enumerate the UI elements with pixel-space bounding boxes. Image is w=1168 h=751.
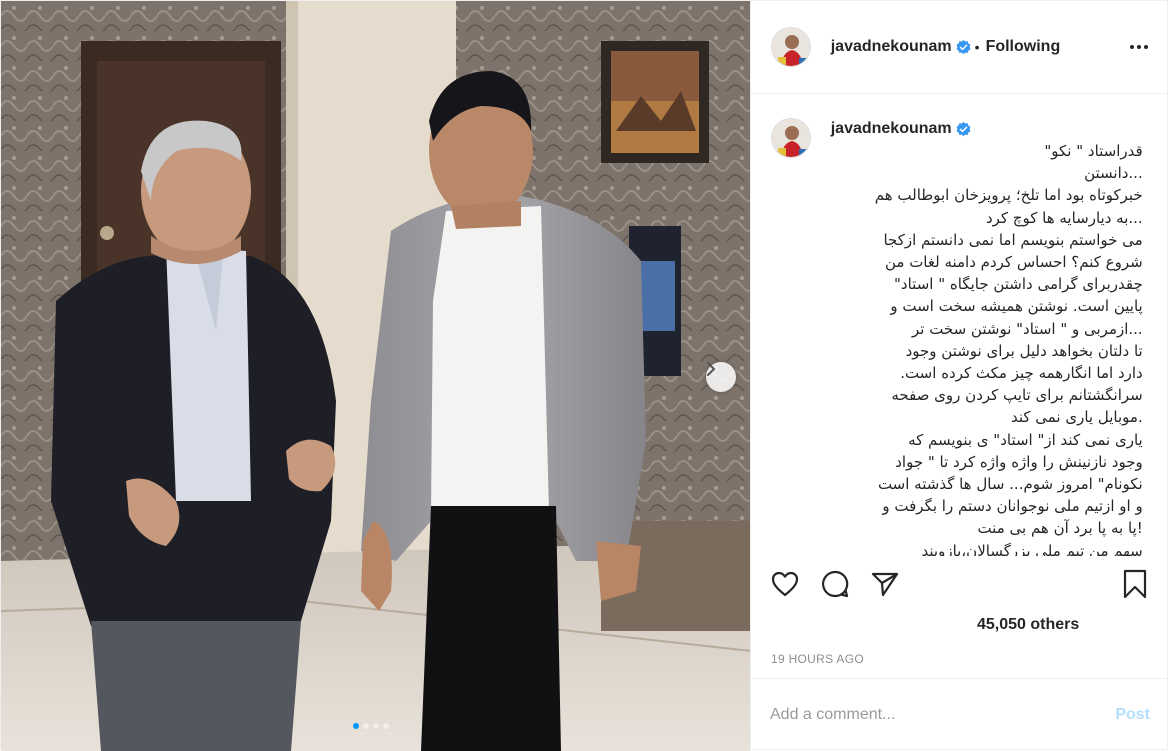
verified-badge-icon — [956, 121, 971, 136]
photo-scene — [1, 1, 750, 751]
bookmark-icon — [1123, 569, 1147, 599]
next-photo-button[interactable] — [706, 362, 736, 392]
carousel-dot — [383, 723, 389, 729]
like-button[interactable] — [770, 569, 800, 599]
heart-icon — [771, 571, 799, 597]
caption-avatar[interactable] — [770, 118, 811, 158]
post-header: javadnekounam • Following — [750, 1, 1167, 94]
carousel-indicator — [353, 723, 389, 729]
header-separator: • — [974, 39, 980, 55]
carousel-dot — [363, 723, 369, 729]
post-timestamp[interactable]: 19 HOURS AGO — [771, 652, 864, 666]
comment-bar: Post — [750, 678, 1168, 750]
caption-section: javadnekounam قدراستاد " نکو" ...دانستن … — [751, 94, 1167, 556]
post-photo[interactable] — [1, 1, 750, 751]
likes-count[interactable]: 45,050 others — [977, 616, 1079, 634]
more-options-button[interactable] — [1127, 35, 1151, 59]
caption-body: javadnekounam قدراستاد " نکو" ...دانستن … — [831, 118, 1143, 556]
instagram-post: javadnekounam • Following javadnekounam … — [0, 0, 1168, 751]
comment-input[interactable] — [770, 705, 1116, 724]
author-username[interactable]: javadnekounam — [831, 38, 952, 56]
post-comment-button[interactable]: Post — [1115, 706, 1150, 724]
comment-button[interactable] — [820, 569, 850, 599]
share-button[interactable] — [870, 569, 900, 599]
save-button[interactable] — [1120, 569, 1150, 599]
following-button[interactable]: Following — [986, 38, 1061, 56]
comment-icon — [822, 570, 849, 598]
carousel-dot — [373, 723, 379, 729]
caption-text: قدراستاد " نکو" ...دانستن خبرکوتاه بود ا… — [874, 142, 1143, 556]
caption-header: javadnekounam — [831, 118, 1143, 140]
carousel-dot-active — [353, 723, 359, 729]
share-icon — [871, 572, 899, 597]
chevron-right-icon — [707, 362, 716, 376]
caption-username[interactable]: javadnekounam — [831, 118, 952, 140]
verified-badge-icon — [956, 39, 971, 54]
avatar-image — [771, 28, 810, 66]
more-options-icon — [1130, 45, 1148, 49]
author-avatar[interactable] — [770, 27, 811, 67]
post-side-panel: javadnekounam • Following javadnekounam … — [749, 1, 1167, 751]
avatar-image — [771, 119, 810, 157]
